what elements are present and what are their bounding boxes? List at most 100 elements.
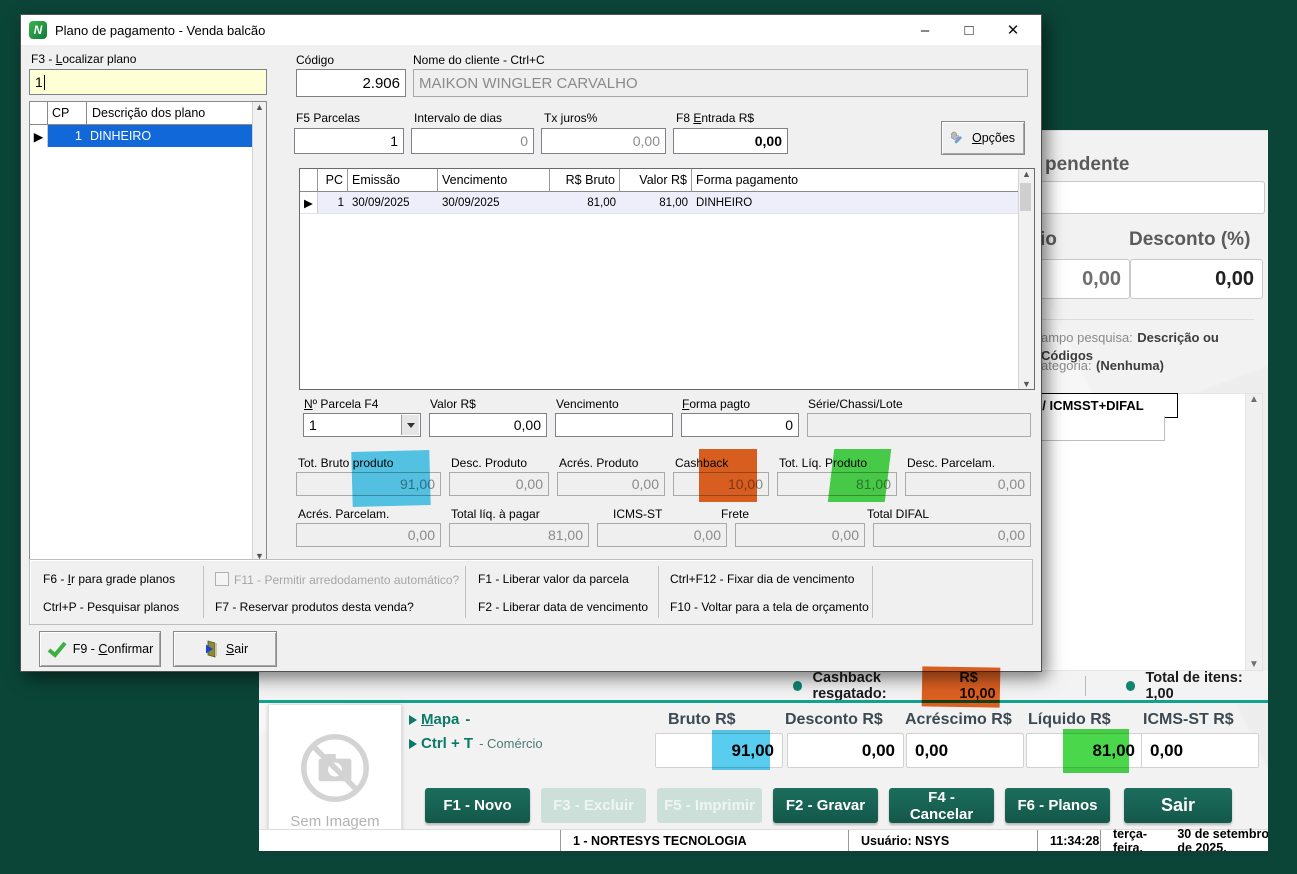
forma-pagto-field[interactable]: 0 (681, 413, 799, 437)
parcelas-field[interactable]: 1 (294, 128, 404, 154)
icms-st-field: 0,00 (597, 523, 727, 547)
bruto-label: Bruto R$ (668, 711, 736, 729)
intervalo-label: Intervalo de dias (414, 111, 502, 125)
f1-novo-button[interactable]: F1 - Novo (425, 788, 530, 823)
desc-parcelam-label: Desc. Parcelam. (907, 456, 995, 470)
parcela-combo[interactable]: 1 (303, 413, 421, 437)
desconto-field[interactable]: 0,00 (787, 733, 904, 768)
valor-column-header: Valor R$ (620, 169, 692, 191)
intervalo-field: 0 (411, 128, 534, 154)
f6-planos-button[interactable]: F6 - Planos (1005, 788, 1110, 823)
desconto-pct-label: Desconto (%) (1129, 229, 1250, 251)
minimize-icon[interactable]: – (903, 15, 947, 45)
serie-field (807, 413, 1031, 437)
scroll-up-icon[interactable]: ▲ (255, 102, 264, 112)
f11-arredondamento-checkbox[interactable]: F11 - Permitir arredodamento automático? (215, 572, 459, 587)
installments-scrollbar[interactable]: ▲ ▼ (1018, 169, 1034, 389)
side-divider (1029, 319, 1254, 320)
cp-column-header: CP (48, 102, 87, 124)
scroll-down-icon[interactable]: ▼ (1249, 659, 1259, 670)
cashback-bullet-icon (793, 681, 802, 691)
f7-reservar-shortcut[interactable]: F7 - Reservar produtos desta venda? (215, 600, 414, 614)
total-difal-label: Total DIFAL (867, 507, 929, 521)
juros-label: Tx juros% (544, 111, 597, 125)
icms-st-label: ICMS-ST (613, 507, 662, 521)
row-marker-icon: ▶ (300, 192, 318, 213)
f5-imprimir-button[interactable]: F5 - Imprimir (657, 788, 762, 823)
installment-row[interactable]: ▶ 1 30/09/2025 30/09/2025 81,00 81,00 DI… (300, 192, 1034, 214)
sair-dialog-button[interactable]: Sair (173, 631, 277, 667)
icmsst-field[interactable]: 0,00 (1141, 733, 1259, 768)
categoria-label: ategoria: (1041, 358, 1092, 373)
vencimento-field[interactable] (555, 413, 673, 437)
liquido-field[interactable]: 81,00 (1026, 733, 1144, 768)
total-itens-label: Total de itens: 1,00 (1145, 670, 1268, 702)
f1-liberar-valor-shortcut[interactable]: F1 - Liberar valor da parcela (478, 572, 629, 586)
checkbox-icon[interactable] (215, 572, 229, 586)
entrada-label: F8 Entrada R$ (676, 111, 754, 125)
products-grid-scrollbar[interactable]: ▲ ▼ (1245, 393, 1263, 671)
total-difal-field: 0,00 (873, 523, 1031, 547)
localizar-plano-input[interactable]: 1 (29, 69, 267, 95)
ctrlp-pesquisar-shortcut[interactable]: Ctrl+P - Pesquisar planos (43, 600, 179, 614)
acrescimo-label: Acréscimo R$ (905, 711, 1012, 729)
f6-grade-planos-shortcut[interactable]: F6 - Ir para grade planos (43, 572, 175, 586)
statusbar-date: terça-feira, 30 de setembro de 2025. (1100, 830, 1268, 852)
chevron-down-icon[interactable] (401, 415, 419, 435)
acres-produto-field: 0,00 (557, 472, 665, 496)
check-icon (47, 641, 67, 658)
codigo-field[interactable]: 2.906 (296, 69, 406, 97)
bruto-field[interactable]: 91,00 (655, 733, 783, 768)
forma-pagto-label: Forma pagto (682, 397, 750, 411)
frete-label: Frete (721, 507, 749, 521)
chevron-right-icon (409, 715, 417, 725)
valor-field[interactable]: 0,00 (429, 413, 547, 437)
categoria-line: ategoria: (Nenhuma) (1041, 357, 1164, 375)
dialog-titlebar[interactable]: N Plano de pagamento - Venda balcão – □ … (21, 15, 1041, 45)
opcoes-button[interactable]: Opções (941, 121, 1025, 155)
mapa-link[interactable]: Mapa - (409, 711, 470, 728)
f10-voltar-orcamento-shortcut[interactable]: F10 - Voltar para a tela de orçamento (670, 600, 869, 614)
sair-footer-button[interactable]: Sair (1124, 788, 1232, 823)
juros-field: 0,00 (541, 128, 666, 154)
f9-confirmar-button[interactable]: F9 - Confirmar (39, 631, 161, 667)
marker-column-header (300, 169, 318, 191)
ctrl-t-comercio-link[interactable]: Ctrl + T - Comércio (409, 735, 543, 752)
totals-status-row: Cashback resgatado: R$ 10,00 Total de it… (259, 671, 1268, 700)
panel-separator (658, 566, 659, 618)
dependente-label: pendente (1045, 154, 1129, 176)
entrada-field[interactable]: 0,00 (673, 128, 788, 154)
scroll-up-icon[interactable]: ▲ (1022, 169, 1031, 179)
installments-grid[interactable]: PC Emissão Vencimento R$ Bruto Valor R$ … (299, 168, 1035, 390)
desconto-pct-field[interactable]: 0,00 (1130, 259, 1263, 299)
f3-excluir-button[interactable]: F3 - Excluir (541, 788, 646, 823)
tot-bruto-produto-field: 91,00 (296, 472, 441, 496)
emissao-column-header: Emissão (348, 169, 438, 191)
scroll-up-icon[interactable]: ▲ (1249, 394, 1259, 405)
cashback-field: 10,00 (673, 472, 769, 496)
icmsst-label: ICMS-ST R$ (1143, 711, 1234, 729)
maximize-icon[interactable]: □ (947, 15, 991, 45)
f2-gravar-button[interactable]: F2 - Gravar (773, 788, 878, 823)
desconto-label: Desconto R$ (785, 711, 883, 729)
statusbar-user: Usuário: NSYS (848, 830, 1037, 852)
chevron-right-icon (409, 739, 417, 749)
acres-produto-label: Acrés. Produto (559, 456, 638, 470)
statusbar: 1 - NORTESYS TECNOLOGIA Usuário: NSYS 11… (259, 829, 1268, 852)
plans-row-selected[interactable]: ▶ 1 DINHEIRO (30, 125, 266, 147)
valor-label: Valor R$ (430, 397, 476, 411)
ctrlf12-fixar-dia-shortcut[interactable]: Ctrl+F12 - Fixar dia de vencimento (670, 572, 854, 586)
desc-column-header: Descrição dos plano (87, 106, 266, 120)
plans-list[interactable]: CP Descrição dos plano ▶ 1 DINHEIRO ▲ ▼ (29, 101, 267, 562)
acrescimo-field[interactable]: 0,00 (906, 733, 1024, 768)
close-icon[interactable]: ✕ (991, 15, 1035, 45)
scrollbar-thumb[interactable] (1020, 183, 1031, 211)
scroll-down-icon[interactable]: ▼ (1022, 379, 1031, 389)
icmsst-difal-empty-cell (1027, 416, 1165, 441)
plans-scrollbar[interactable]: ▲ ▼ (252, 102, 266, 561)
f2-liberar-data-shortcut[interactable]: F2 - Liberar data de vencimento (478, 600, 648, 614)
icmsst-difal-column-header[interactable]: c/ ICMSST+DIFAL (1027, 393, 1178, 418)
f4-cancelar-button[interactable]: F4 - Cancelar (889, 788, 994, 823)
vencimento-column-header: Vencimento (438, 169, 550, 191)
dependente-input[interactable] (1027, 181, 1265, 214)
